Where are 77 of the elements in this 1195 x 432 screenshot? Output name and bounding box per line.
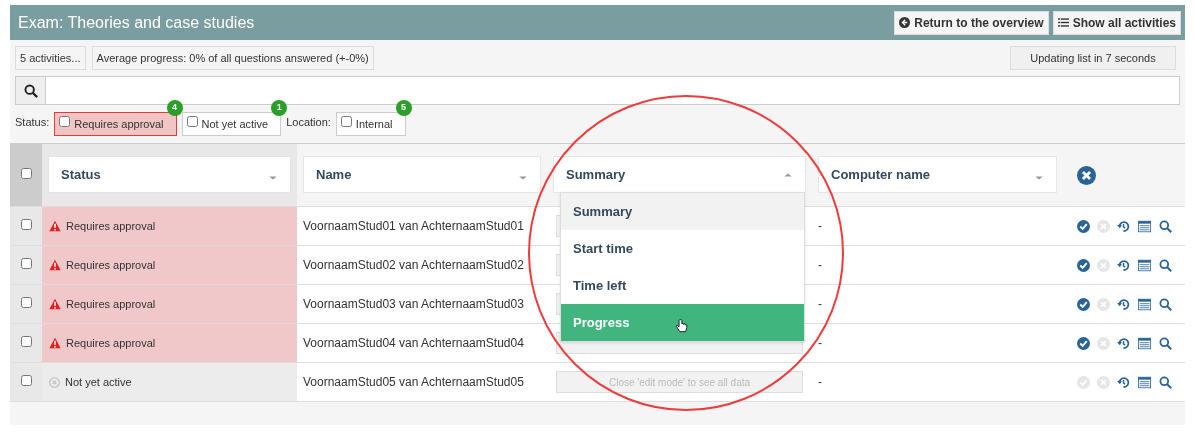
status-cell: Requires approval: [42, 246, 297, 284]
status-cell: Requires approval: [42, 207, 297, 245]
check-circle-icon[interactable]: [1077, 375, 1090, 389]
filter-label: Status:: [15, 114, 50, 130]
list-icon: [1057, 17, 1069, 28]
name-cell-text: VoornaamStud02 van AchternaamStud02: [302, 257, 525, 274]
check-circle-icon[interactable]: [1077, 258, 1090, 272]
caret-down-icon: [1034, 174, 1044, 181]
warning-icon: [49, 220, 61, 232]
circle-x-icon: [49, 376, 60, 388]
hand-cursor-icon: [675, 318, 688, 334]
status-cell: Requires approval: [42, 324, 297, 362]
dropdown-option[interactable]: Summary: [561, 193, 804, 230]
check-circle-icon[interactable]: [1077, 336, 1090, 350]
name-cell-text: VoornaamStud05 van AchternaamStud05: [302, 374, 525, 391]
row-checkbox[interactable]: [20, 219, 32, 230]
status-cell: Not yet active: [42, 363, 297, 401]
history-icon[interactable]: [1117, 375, 1130, 389]
return-button[interactable]: Return to the overview: [894, 10, 1049, 35]
history-icon[interactable]: [1117, 219, 1130, 233]
column-selector[interactable]: Computer name: [818, 156, 1057, 193]
status-cell: Requires approval: [42, 285, 297, 323]
show-activities-button[interactable]: Show all activities: [1052, 10, 1181, 35]
column-selector[interactable]: Status: [48, 156, 291, 193]
computer-cell-text: -: [817, 257, 823, 274]
caret-down-icon: [268, 174, 278, 181]
update-timer: Updating list in 7 seconds: [1010, 46, 1176, 70]
search-icon[interactable]: [1159, 297, 1172, 311]
warning-icon: [49, 298, 61, 310]
progress-summary: Average progress: 0% of all questions answered (+-0%): [91, 46, 374, 70]
close-icon[interactable]: [1077, 165, 1096, 185]
checkbox[interactable]: [340, 115, 352, 127]
search-icon[interactable]: [1159, 219, 1172, 233]
row-checkbox[interactable]: [20, 297, 32, 308]
filter-label: Location:: [286, 114, 331, 130]
filter-checkbox[interactable]: Requires approval: [54, 112, 177, 136]
select-all-checkbox[interactable]: [20, 168, 32, 179]
filter-checkbox[interactable]: Not yet active: [181, 112, 282, 136]
caret-up-icon: [783, 171, 793, 178]
row-checkbox[interactable]: [20, 375, 32, 386]
row-checkbox[interactable]: [20, 258, 32, 269]
computer-cell-text: -: [817, 374, 823, 391]
search-icon[interactable]: [1159, 258, 1172, 272]
table-icon[interactable]: [1137, 258, 1152, 272]
name-cell-text: VoornaamStud03 van AchternaamStud03: [302, 296, 525, 313]
dropdown-option[interactable]: Time left: [561, 267, 804, 304]
computer-cell-text: -: [817, 218, 823, 235]
table-icon[interactable]: [1137, 297, 1152, 311]
checkbox[interactable]: [186, 115, 198, 127]
dropdown-option[interactable]: Start time: [561, 230, 804, 267]
column-selector[interactable]: Summary: [553, 156, 806, 193]
computer-cell-text: -: [817, 296, 823, 313]
search-field[interactable]: [15, 76, 1180, 105]
search-icon[interactable]: [1159, 375, 1172, 389]
computer-cell-text: -: [817, 335, 823, 352]
table-icon[interactable]: [1137, 336, 1152, 350]
caret-down-icon: [518, 174, 528, 181]
row-checkbox[interactable]: [20, 336, 32, 347]
warning-icon: [49, 259, 61, 271]
search-icon: [23, 83, 38, 98]
table-icon[interactable]: [1137, 219, 1152, 233]
search-icon[interactable]: [1159, 336, 1172, 350]
name-cell-text: VoornaamStud01 van AchternaamStud01: [302, 218, 525, 235]
check-circle-icon[interactable]: [1077, 297, 1090, 311]
table-icon[interactable]: [1137, 375, 1152, 389]
back-arrow-icon: [899, 17, 911, 28]
page-title: Exam: Theories and case studies: [18, 12, 255, 33]
name-cell-text: VoornaamStud04 van AchternaamStud04: [302, 335, 525, 352]
activities-button[interactable]: 5 activities...: [15, 46, 86, 70]
checkbox[interactable]: [59, 115, 71, 127]
column-selector[interactable]: Name: [303, 156, 541, 193]
history-icon[interactable]: [1117, 258, 1130, 272]
check-circle-icon[interactable]: [1077, 219, 1090, 233]
history-icon[interactable]: [1117, 297, 1130, 311]
history-icon[interactable]: [1117, 336, 1130, 350]
filter-checkbox[interactable]: Internal: [335, 112, 406, 136]
warning-icon: [49, 337, 61, 349]
